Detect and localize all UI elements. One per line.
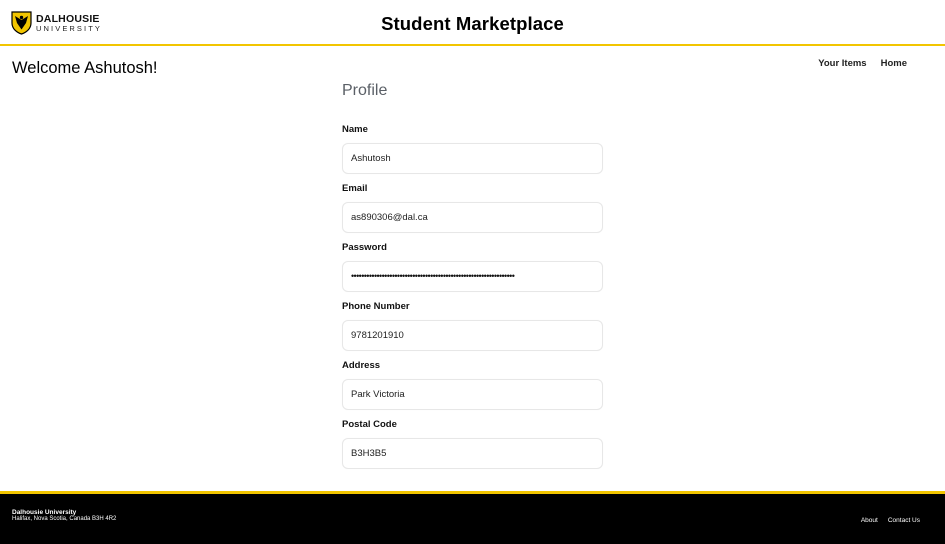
- postal-code-input[interactable]: B3H3B5: [342, 438, 603, 469]
- phone-field-group: Phone Number 9781201910: [342, 301, 603, 360]
- postal-code-field-group: Postal Code B3H3B5: [342, 419, 603, 478]
- footer-link-contact[interactable]: Contact Us: [888, 517, 920, 524]
- footer-org-name: Dalhousie University: [12, 509, 77, 516]
- password-label: Password: [342, 242, 387, 253]
- email-field-group: Email as890306@dal.ca: [342, 183, 603, 242]
- name-input[interactable]: Ashutosh: [342, 143, 603, 174]
- phone-input[interactable]: 9781201910: [342, 320, 603, 351]
- nav-link-your-items[interactable]: Your Items: [818, 58, 866, 69]
- footer-org: Dalhousie University Halifax, Nova Scoti…: [12, 509, 116, 523]
- footer-links: About Contact Us: [861, 517, 920, 524]
- name-field-group: Name Ashutosh: [342, 124, 603, 183]
- profile-form: Profile Name Ashutosh Email as890306@dal…: [342, 82, 603, 478]
- site-footer: Dalhousie University Halifax, Nova Scoti…: [0, 491, 945, 544]
- top-nav: Your Items Home: [818, 58, 907, 69]
- phone-label: Phone Number: [342, 301, 410, 312]
- name-label: Name: [342, 124, 368, 135]
- password-input[interactable]: ••••••••••••••••••••••••••••••••••••••••…: [342, 261, 603, 292]
- email-label: Email: [342, 183, 368, 194]
- page-title: Student Marketplace: [381, 13, 564, 34]
- nav-link-home[interactable]: Home: [881, 58, 907, 69]
- address-input[interactable]: Park Victoria: [342, 379, 603, 410]
- postal-code-label: Postal Code: [342, 419, 397, 430]
- site-header: DALHOUSIE UNIVERSITY Student Marketplace: [0, 0, 945, 46]
- footer-address: Halifax, Nova Scotia, Canada B3H 4R2: [12, 516, 117, 523]
- email-input[interactable]: as890306@dal.ca: [342, 202, 603, 233]
- welcome-message: Welcome Ashutosh!: [12, 59, 158, 77]
- address-label: Address: [342, 360, 381, 371]
- footer-link-about[interactable]: About: [861, 517, 878, 524]
- password-field-group: Password •••••••••••••••••••••••••••••••…: [342, 242, 603, 301]
- profile-title: Profile: [342, 82, 388, 99]
- address-field-group: Address Park Victoria: [342, 360, 603, 419]
